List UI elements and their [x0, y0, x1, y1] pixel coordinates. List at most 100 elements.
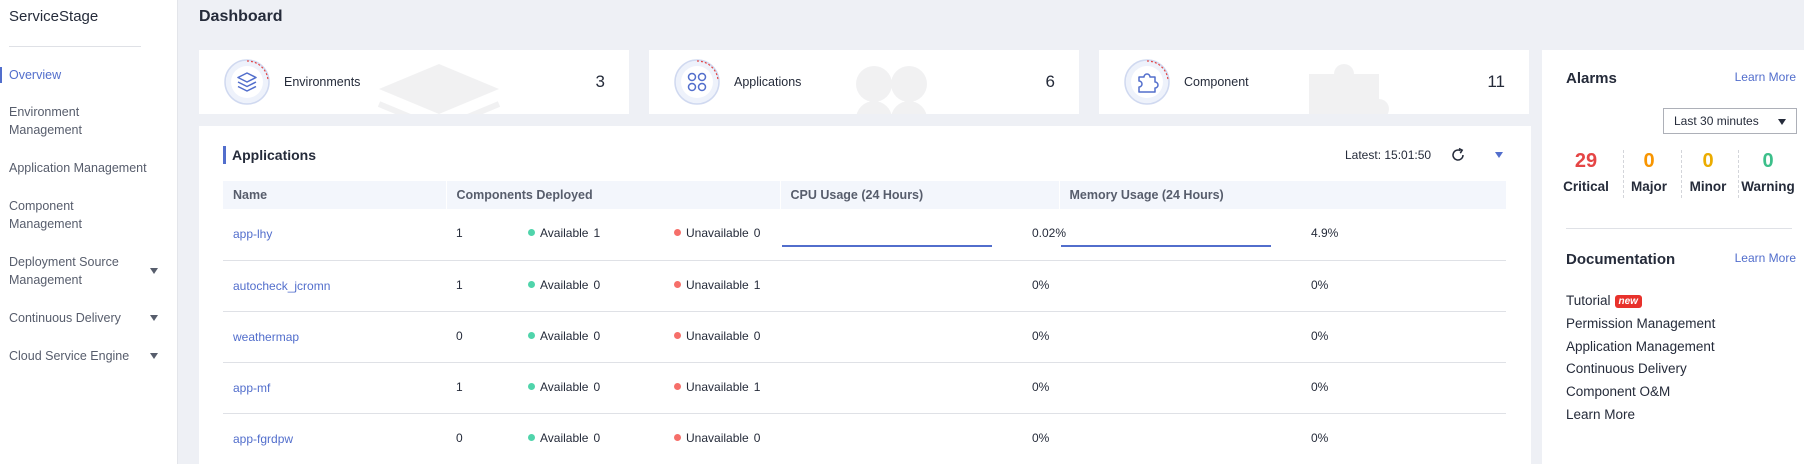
memory-usage-line: [1061, 245, 1271, 248]
stat-card-applications[interactable]: Applications 6: [649, 50, 1079, 114]
available-dot-icon: [528, 331, 535, 339]
table-row: autocheck_jcromn 1 Available 0 Unavailabl…: [223, 260, 1506, 312]
sidebar-nav: Overview Environment Management Applicat…: [0, 62, 178, 365]
cpu-usage-line: [782, 245, 992, 248]
unavailable-count: 1: [753, 379, 761, 394]
sidebar-item-cloud-service-engine[interactable]: Cloud Service Engine: [0, 347, 178, 365]
application-link[interactable]: weathermap: [223, 330, 299, 344]
apps-grid-icon: [674, 59, 720, 105]
applications-table: Name Components Deployed CPU Usage (24 H…: [223, 181, 1507, 464]
sidebar-item-environment-management[interactable]: Environment Management: [0, 103, 178, 139]
sidebar-item-label: Continuous Delivery: [9, 311, 121, 325]
doc-link-label: Tutorial: [1566, 293, 1611, 308]
cpu-usage-value: 0%: [1032, 430, 1050, 445]
alarms-documentation-panel: Alarms Learn More Last 30 minutes 29 Cri…: [1542, 50, 1804, 464]
chevron-down-icon: [150, 268, 158, 274]
cpu-usage-value: 0%: [1032, 277, 1050, 292]
documentation-learn-more-link[interactable]: Learn More: [1735, 251, 1796, 265]
alarms-learn-more-link[interactable]: Learn More: [1735, 70, 1796, 84]
available-status: Available 1: [528, 226, 600, 240]
unavailable-dot-icon: [674, 331, 681, 339]
application-link[interactable]: app-lhy: [223, 227, 272, 241]
stat-card-component[interactable]: Component 11: [1099, 50, 1529, 114]
table-row: app-fgrdpw 0 Available 0 Unavailable 0 0% …: [223, 413, 1506, 464]
applications-panel-title: Applications: [223, 146, 316, 164]
sidebar-item-label: Cloud Service Engine: [9, 349, 130, 363]
alarms-title: Alarms: [1566, 70, 1617, 87]
collapse-chevron-icon[interactable]: [1495, 152, 1503, 158]
time-range-select[interactable]: Last 30 minutes: [1663, 108, 1797, 134]
application-link[interactable]: app-fgrdpw: [223, 432, 293, 446]
sidebar-item-label: Component Management: [9, 199, 82, 231]
stat-label: Component: [1184, 75, 1249, 89]
components-count: 0: [456, 328, 463, 343]
latest-update: Latest: 15:01:50: [1345, 148, 1431, 162]
available-dot-icon: [528, 280, 535, 288]
components-count: 1: [456, 277, 463, 292]
stat-card-environments[interactable]: Environments 3: [199, 50, 629, 114]
sidebar-item-overview[interactable]: Overview: [0, 66, 178, 84]
sidebar-item-deployment-source-management[interactable]: Deployment Source Management: [0, 253, 178, 289]
available-count: 0: [593, 328, 601, 343]
unavailable-dot-icon: [674, 382, 681, 390]
alarm-label: Minor: [1689, 179, 1727, 194]
table-header-row: Name Components Deployed CPU Usage (24 H…: [223, 181, 1507, 209]
stat-label: Environments: [284, 75, 361, 89]
alarm-label: Warning: [1741, 179, 1795, 194]
alarm-major[interactable]: 0 Major: [1621, 150, 1677, 194]
page-title: Dashboard: [199, 8, 283, 25]
memory-usage-value: 0%: [1311, 328, 1329, 343]
unavailable-count: 0: [753, 226, 761, 241]
unavailable-status: Unavailable 0: [674, 329, 760, 343]
brand-title: ServiceStage: [9, 8, 99, 25]
unavailable-label: Unavailable: [686, 430, 749, 445]
doc-link-permission-management[interactable]: Permission Management: [1566, 313, 1715, 336]
doc-link-component-om[interactable]: Component O&M: [1566, 381, 1715, 404]
chevron-down-icon: [150, 315, 158, 321]
sidebar-item-label: Environment Management: [9, 105, 82, 137]
unavailable-count: 0: [753, 328, 761, 343]
unavailable-status: Unavailable 0: [674, 226, 760, 240]
doc-link-continuous-delivery[interactable]: Continuous Delivery: [1566, 358, 1715, 381]
alarm-count: 0: [1702, 150, 1714, 172]
sidebar-item-application-management[interactable]: Application Management: [0, 159, 178, 177]
refresh-icon[interactable]: [1449, 146, 1467, 164]
doc-link-application-management[interactable]: Application Management: [1566, 336, 1715, 359]
alarm-warning[interactable]: 0 Warning: [1740, 150, 1796, 194]
alarm-critical[interactable]: 29 Critical: [1558, 150, 1614, 194]
available-dot-icon: [528, 433, 535, 441]
sidebar-item-label: Overview: [9, 68, 62, 82]
unavailable-label: Unavailable: [686, 328, 749, 343]
unavailable-count: 0: [753, 430, 761, 445]
latest-time: 15:01:50: [1384, 148, 1432, 162]
memory-usage-value: 0%: [1311, 277, 1329, 292]
column-header-cpu: CPU Usage (24 Hours): [780, 181, 1060, 209]
sidebar-item-continuous-delivery[interactable]: Continuous Delivery: [0, 309, 178, 327]
unavailable-status: Unavailable 1: [674, 380, 760, 394]
memory-usage-value: 4.9%: [1311, 226, 1339, 241]
alarm-label: Major: [1630, 179, 1667, 194]
stat-value: 6: [1045, 72, 1055, 91]
new-badge: new: [1614, 295, 1642, 308]
sidebar-item-label: Application Management: [9, 161, 147, 175]
brand-divider: [9, 46, 141, 47]
doc-link-learn-more[interactable]: Learn More: [1566, 404, 1715, 427]
application-link[interactable]: app-mf: [223, 381, 270, 395]
application-link[interactable]: autocheck_jcromn: [223, 279, 330, 293]
alarm-count: 0: [1762, 150, 1774, 172]
stat-value: 11: [1487, 72, 1505, 91]
available-dot-icon: [528, 229, 535, 237]
available-label: Available: [540, 430, 589, 445]
alarm-minor[interactable]: 0 Minor: [1680, 150, 1736, 194]
memory-usage-value: 0%: [1311, 430, 1329, 445]
available-count: 0: [593, 277, 601, 292]
section-divider: [1566, 228, 1792, 229]
cpu-usage-value: 0%: [1032, 328, 1050, 343]
available-count: 0: [593, 430, 601, 445]
components-count: 1: [456, 226, 463, 241]
alarm-divider: [1738, 150, 1739, 198]
doc-link-tutorial[interactable]: Tutorial new: [1566, 290, 1715, 313]
sidebar-item-component-management[interactable]: Component Management: [0, 197, 178, 233]
table-row: app-lhy 1 Available 1 Unavailable 0 0.02% …: [223, 209, 1506, 261]
sidebar-item-label: Deployment Source Management: [9, 255, 119, 287]
